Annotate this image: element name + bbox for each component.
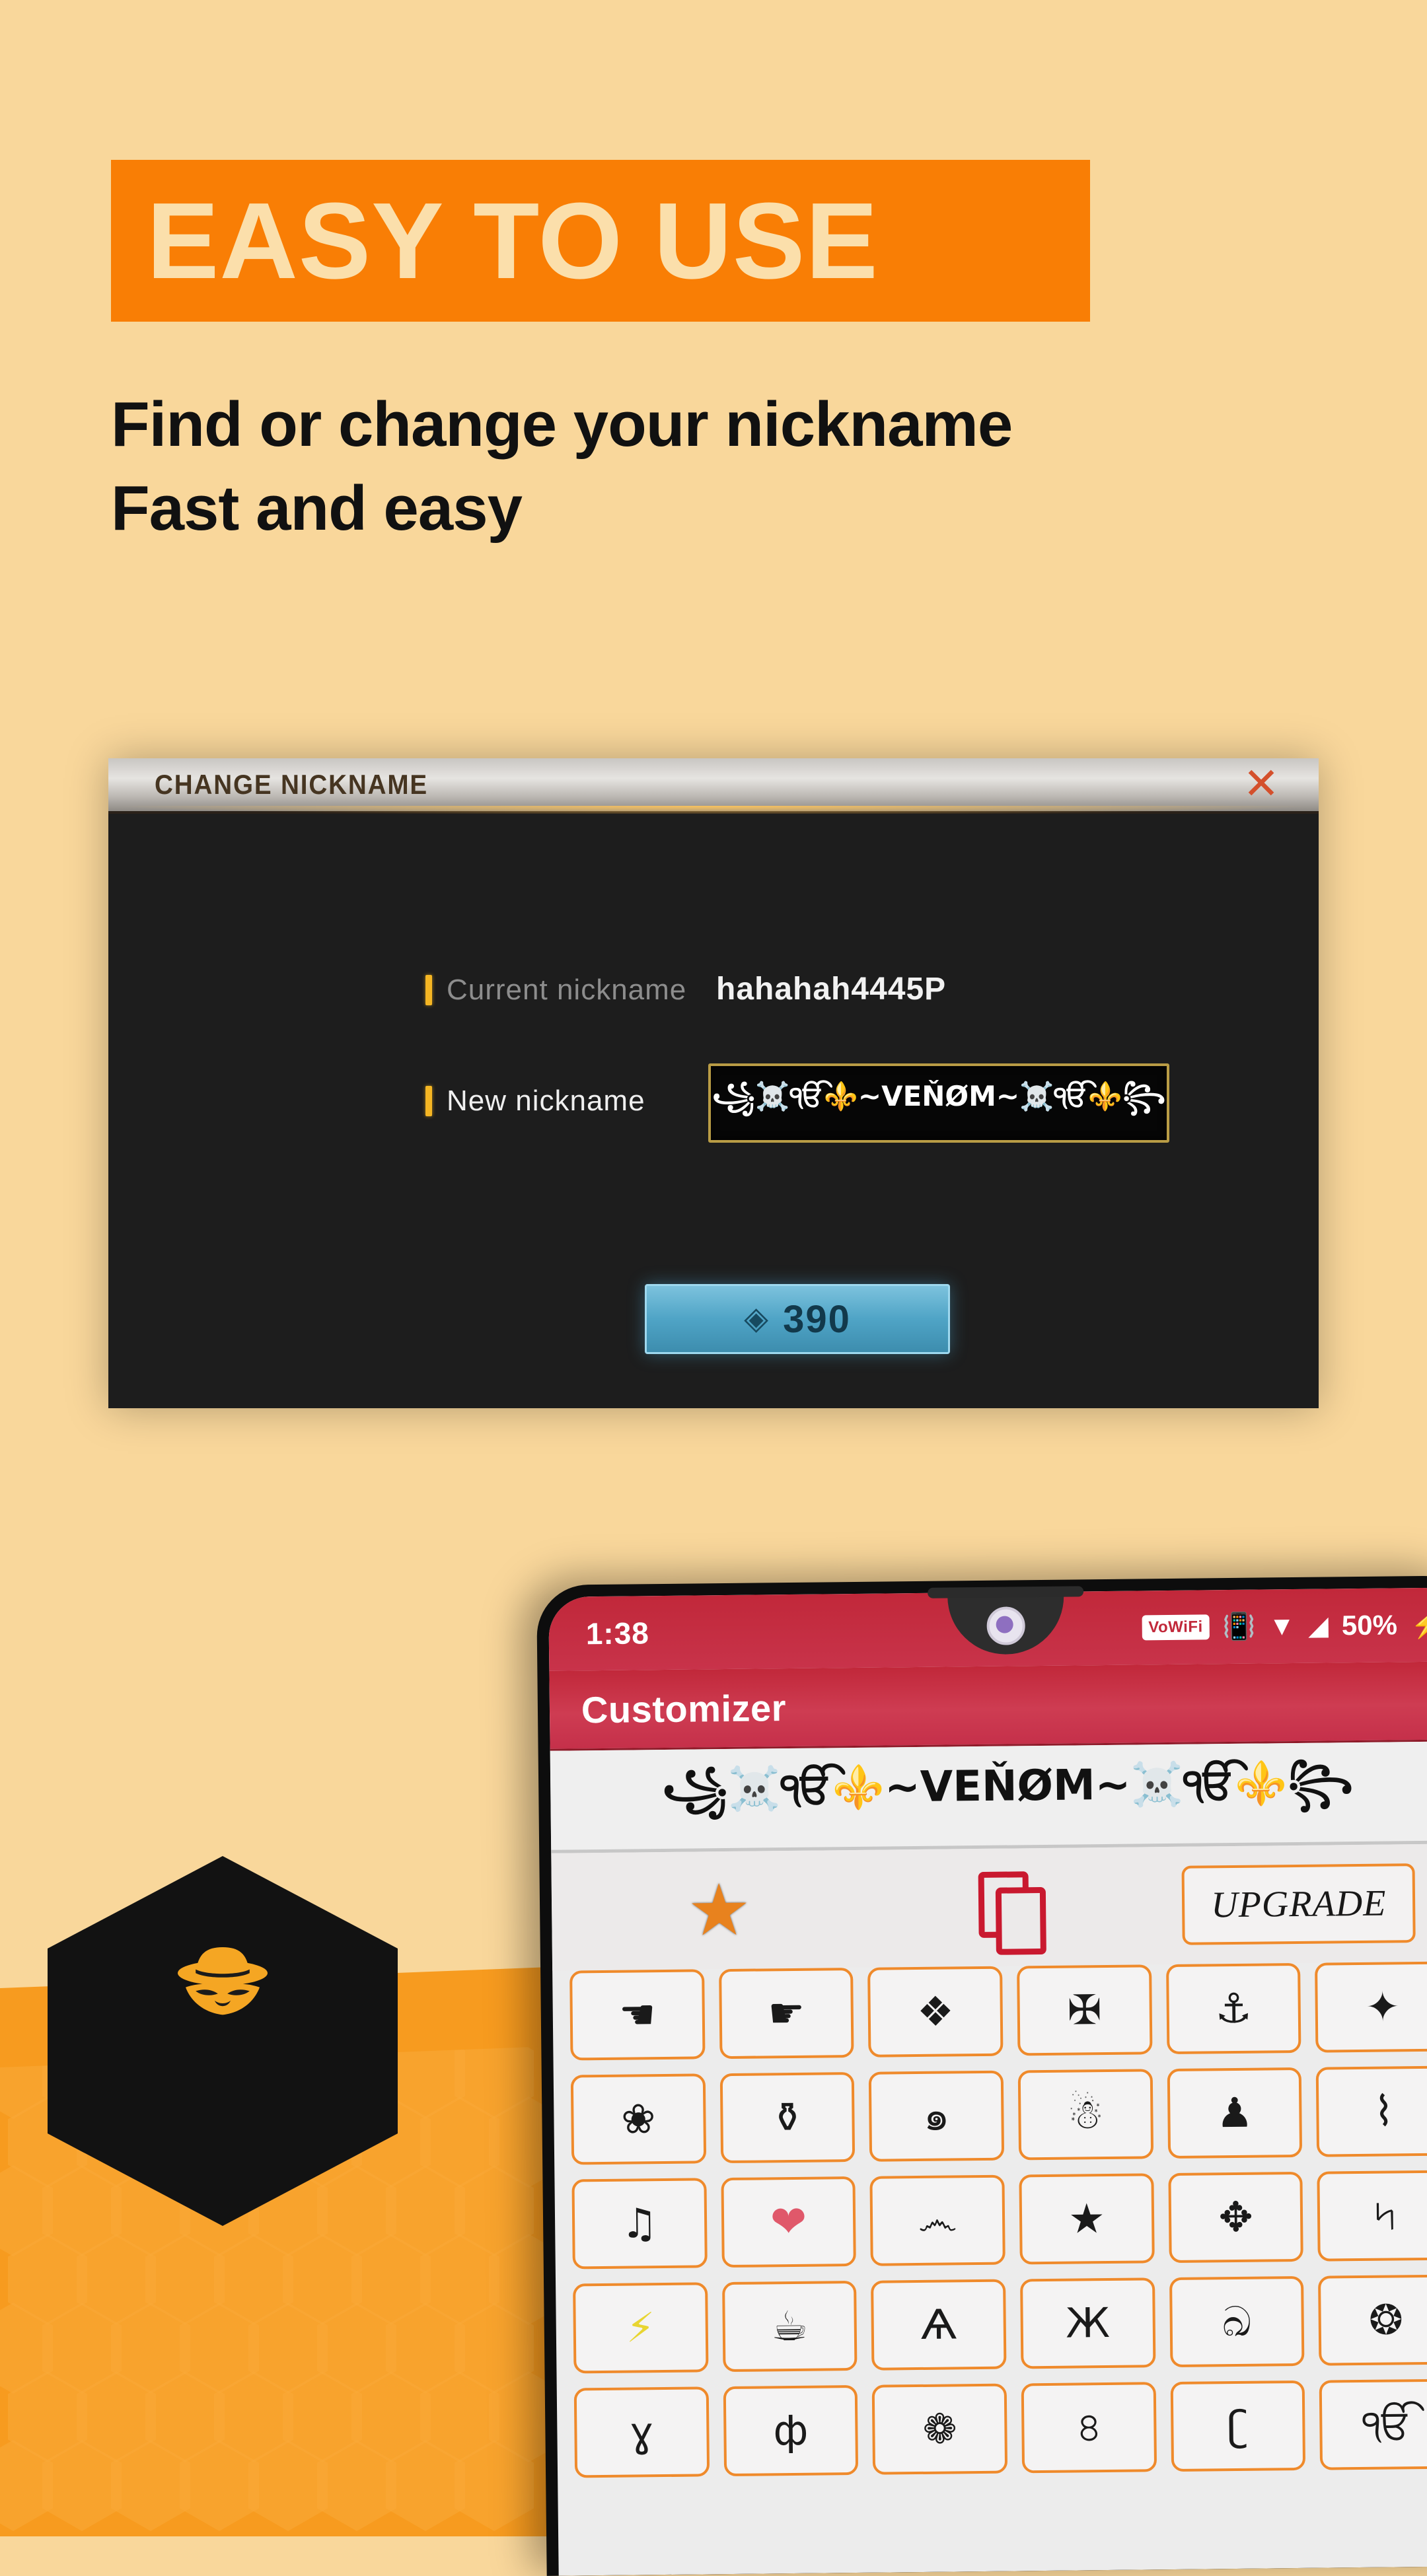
copy-icon [978,1871,1046,1955]
change-nickname-dialog: CHANGE NICKNAME ✕ Current nickname hahah… [108,758,1319,1408]
upgrade-button[interactable]: UPGRADE [1181,1863,1416,1945]
phone-mockup: 1:38 VoWiFi 📳 ▼ ◢ 50% ⚡ Customizer ꧁☠️ੴ⚜… [536,1575,1427,2576]
symbol-cell[interactable]: ❤ [721,2176,857,2268]
price-value: 390 [783,1297,851,1341]
headline-banner: EASY TO USE [111,160,1090,322]
charging-bolt-icon: ⚡ [1410,1610,1427,1640]
symbol-cell[interactable]: ф [723,2384,859,2477]
subtitle-line-2: Fast and easy [111,472,523,544]
signal-icon: ◢ [1307,1611,1329,1641]
app-bar: Customizer [549,1661,1427,1751]
symbol-cell[interactable]: ✠ [1017,1964,1153,2056]
symbol-cell[interactable]: ★ [1019,2173,1155,2265]
symbol-cell[interactable]: ɣ [573,2386,710,2478]
symbol-cell[interactable]: ⚡ [573,2282,709,2374]
dialog-title: CHANGE NICKNAME [155,769,428,800]
logo-hexagon-shape [48,1856,398,2226]
symbol-cell[interactable]: ❂ [1318,2274,1427,2366]
symbol-cell[interactable]: ৸ [1317,2170,1427,2262]
subtitle-line-1: Find or change your nickname [111,389,1013,460]
nickname-preview-text: ꧁☠️ੴ⚜️~VEŇØM~☠️ੴ⚜️꧂ [661,1758,1354,1814]
vowifi-badge-icon: VoWiFi [1142,1614,1210,1641]
favorite-button[interactable]: ★ [574,1869,865,1950]
phone-earpiece [928,1586,1084,1598]
symbol-cell[interactable]: ♫ [571,2178,708,2270]
new-nickname-label: New nickname [447,1085,645,1117]
symbol-cell[interactable]: ⚱ [719,2072,856,2164]
app-title: Customizer [581,1686,787,1731]
symbol-cell[interactable]: ෴ [869,2174,1006,2266]
close-icon[interactable]: ✕ [1241,762,1282,805]
symbol-cell[interactable]: ੴ [1319,2379,1427,2470]
symbol-cell[interactable]: ⌇ [1316,2065,1427,2157]
symbol-cell[interactable]: ☕ [721,2280,858,2373]
copy-button[interactable] [863,1870,1154,1955]
action-toolbar: ★ UPGRADE [551,1843,1427,1971]
new-nickname-input[interactable]: ꧁☠️ੴ⚜️~VEŇØM~☠️ੴ⚜️꧂ [708,1063,1169,1143]
new-nickname-row: New nickname [425,1085,645,1118]
page-title: EASY TO USE [147,180,879,301]
symbol-cell[interactable]: ✦ [1315,1961,1427,2053]
front-camera-icon [986,1606,1025,1645]
symbol-cell[interactable]: ❖ [867,1966,1004,2057]
status-time: 1:38 [585,1616,650,1651]
symbol-cell[interactable]: ৪ [1021,2382,1157,2474]
symbol-cell[interactable]: ☚ [569,1969,706,2061]
symbol-cell[interactable]: ඛ [1169,2275,1305,2368]
star-icon: ★ [686,1869,752,1950]
symbol-cell[interactable]: ♟ [1167,2067,1303,2159]
symbol-cell[interactable]: Ѧ [871,2279,1007,2371]
nickname-preview[interactable]: ꧁☠️ੴ⚜️~VEŇØM~☠️ੴ⚜️꧂ [550,1741,1427,1853]
current-nickname-label: Current nickname [447,974,687,1006]
symbol-cell[interactable]: ❀ [570,2073,706,2165]
symbol-cell[interactable]: ⚓ [1165,1962,1301,2055]
dialog-body: Current nickname hahahah4445P New nickna… [108,814,1319,1408]
phone-screen: 1:38 VoWiFi 📳 ▼ ◢ 50% ⚡ Customizer ꧁☠️ੴ⚜… [548,1587,1427,2576]
row-marker-icon [425,975,432,1005]
symbol-cell[interactable]: Ж [1020,2277,1156,2369]
confirm-price-button[interactable]: ◈ 390 [645,1284,950,1354]
status-icons: VoWiFi 📳 ▼ ◢ 50% ⚡ [1142,1609,1427,1644]
upgrade-slot: UPGRADE [1153,1863,1427,1946]
current-nickname-row: Current nickname [425,974,686,1007]
battery-percent: 50% [1341,1609,1398,1641]
symbol-cell[interactable]: ✥ [1168,2171,1304,2264]
symbol-cell[interactable]: ❁ [872,2383,1008,2475]
gem-icon: ◈ [744,1301,769,1336]
dialog-titlebar: CHANGE NICKNAME ✕ [108,758,1319,815]
camera-notch [947,1591,1065,1655]
page-subtitle: Find or change your nickname Fast and ea… [111,383,1287,550]
row-marker-icon [425,1086,432,1116]
symbol-cell[interactable]: ๑ [869,2070,1005,2162]
status-bar: 1:38 VoWiFi 📳 ▼ ◢ 50% ⚡ [548,1587,1427,1671]
vibrate-icon: 📳 [1222,1612,1256,1642]
current-nickname-value: hahahah4445P [716,972,947,1007]
symbol-grid: ☚ ☛ ❖ ✠ ⚓ ✦ ❀ ⚱ ๑ ☃ ♟ ⌇ ♫ ❤ ෴ ★ ✥ ৸ ⚡ ☕ Ѧ Ж ඛ ❂ ɣ ф ❁ ৪ ʗ ੴ [552,1961,1427,2478]
wifi-icon: ▼ [1268,1611,1296,1641]
new-nickname-value: ꧁☠️ੴ⚜️~VEŇØM~☠️ੴ⚜️꧂ [712,1079,1166,1112]
symbol-cell[interactable]: ☛ [718,1968,854,2059]
app-logo [48,1856,398,2226]
symbol-cell[interactable]: ʗ [1170,2380,1306,2472]
symbol-cell[interactable]: ☃ [1017,2069,1153,2161]
detective-hat-icon [178,1947,268,2015]
